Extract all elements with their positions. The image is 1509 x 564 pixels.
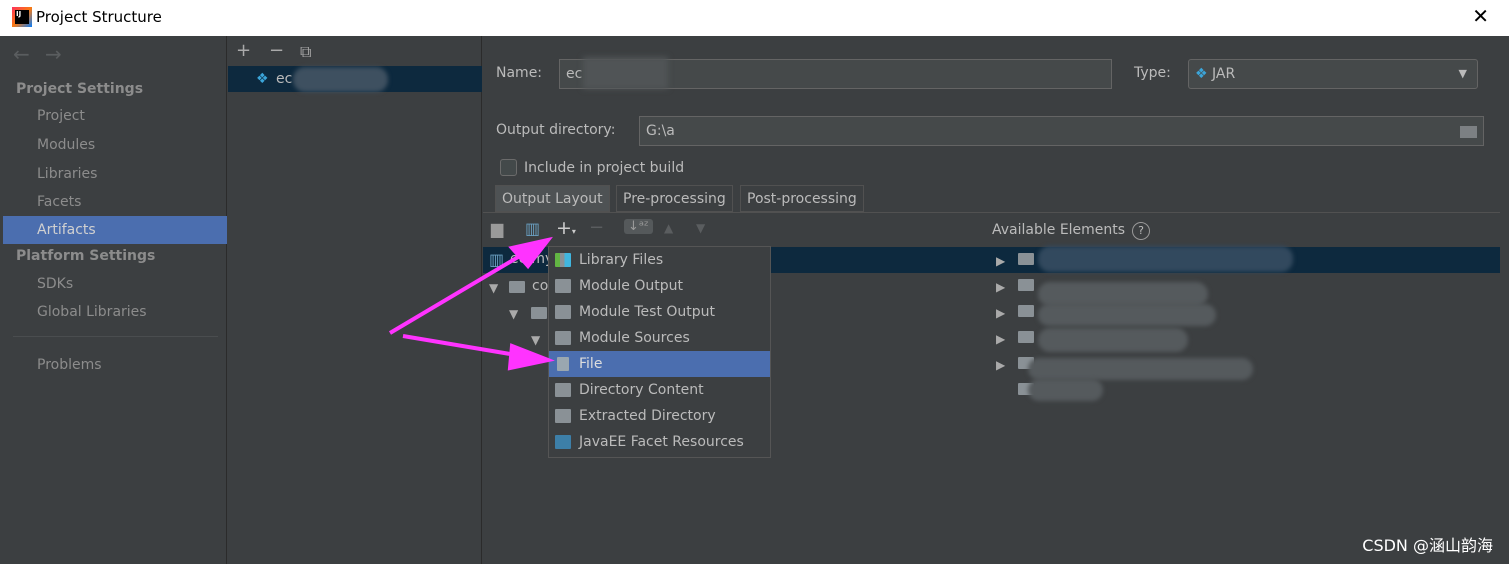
annotation-arrow-to-add-button bbox=[388, 248, 532, 335]
annotation-arrowhead bbox=[507, 343, 555, 371]
annotation-arrow-to-file-item bbox=[402, 334, 529, 359]
annotation-arrowhead bbox=[508, 236, 553, 270]
annotation-arrows bbox=[388, 236, 555, 371]
